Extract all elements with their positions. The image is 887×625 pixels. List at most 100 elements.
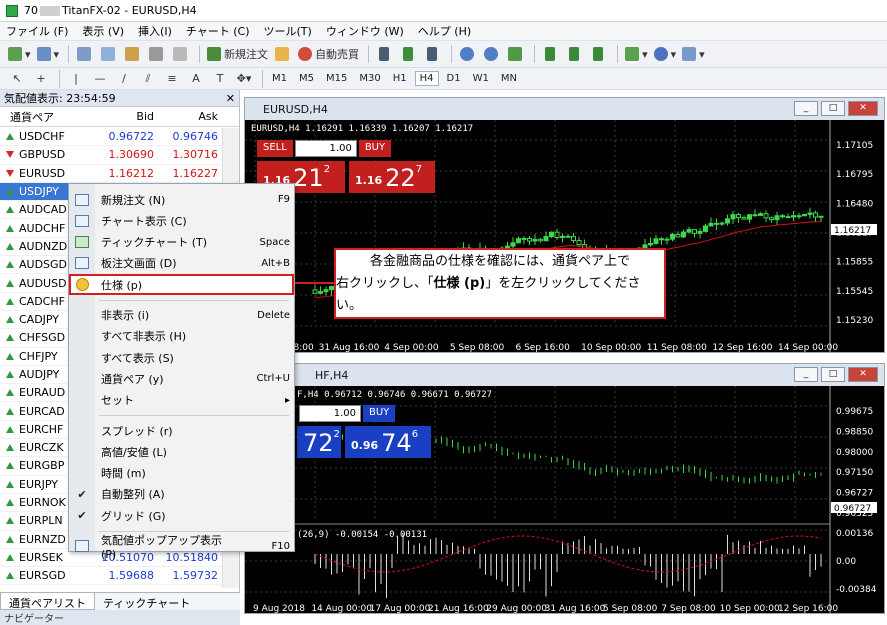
column-bid[interactable]: Bid	[90, 110, 154, 123]
arrow-up-icon	[6, 352, 14, 360]
arrow-up-icon	[6, 297, 14, 305]
chart-shift-button[interactable]	[540, 44, 562, 64]
tile-windows-button[interactable]	[505, 44, 527, 64]
tab-tick-chart[interactable]: ティックチャート	[95, 593, 198, 610]
channel-button[interactable]: ⫽	[137, 69, 159, 89]
context-menu-item[interactable]: すべて表示 (S)	[69, 347, 294, 368]
context-menu-item[interactable]: ✔ 自動整列 (A)	[69, 484, 294, 505]
minimize-icon[interactable]: _	[794, 101, 818, 116]
buy-quote[interactable]: 0.96 74 6	[345, 426, 431, 458]
line-chart-button[interactable]	[422, 44, 444, 64]
buy-quote[interactable]: 1.16 22 7	[349, 161, 435, 193]
strategy-tester-button[interactable]	[170, 44, 192, 64]
tf-mn[interactable]: MN	[497, 72, 521, 85]
tf-m5[interactable]: M5	[295, 72, 318, 85]
tf-m30[interactable]: M30	[355, 72, 384, 85]
close-icon[interactable]: ✕	[848, 101, 878, 116]
zoom-out-button[interactable]	[481, 44, 503, 64]
chart-window-usdchf[interactable]: HF,H4 _ □ ✕ 0.99675 0.98850 0.98000 0.97150…	[244, 363, 885, 614]
context-menu-item[interactable]: 板注文画面 (D) Alt+B	[69, 253, 294, 274]
market-watch-button[interactable]	[74, 44, 96, 64]
context-menu-item[interactable]: 高値/安値 (L)	[69, 441, 294, 462]
menu-window[interactable]: ウィンドウ (W)	[326, 23, 404, 39]
menu-item-label: すべて表示 (S)	[101, 351, 174, 365]
navigator-button[interactable]	[122, 44, 144, 64]
indicator-list-button[interactable]: ▾	[623, 44, 650, 64]
close-icon[interactable]: ✕	[226, 92, 235, 105]
sell-button[interactable]: SELL	[257, 140, 293, 157]
main-toolbar: ▾ ▾ 新規注文 自動売買 ▾ ▾ ▾	[0, 41, 887, 68]
vertical-line-button[interactable]: |	[65, 69, 87, 89]
menu-insert[interactable]: 挿入(I)	[138, 23, 172, 39]
context-menu-item[interactable]: 時間 (m)	[69, 463, 294, 484]
horizontal-line-button[interactable]: —	[89, 69, 111, 89]
templates-button[interactable]: ▾	[680, 44, 707, 64]
close-icon[interactable]: ✕	[848, 367, 878, 382]
text-label-button[interactable]: T	[209, 69, 231, 89]
maximize-icon[interactable]: □	[821, 101, 845, 116]
context-menu-item[interactable]: 仕様 (p)	[69, 274, 294, 296]
bar-chart-button[interactable]	[374, 44, 396, 64]
menu-file[interactable]: ファイル (F)	[6, 23, 68, 39]
context-menu-item[interactable]: スプレッド (r)	[69, 420, 294, 441]
buy-button[interactable]: BUY	[363, 405, 396, 422]
tf-h1[interactable]: H1	[389, 72, 411, 85]
new-chart-button[interactable]: ▾	[6, 44, 33, 64]
price-chart[interactable]: 0.99675 0.98850 0.98000 0.97150 0.96727 0.963…	[245, 386, 884, 613]
indicators-button[interactable]	[588, 44, 610, 64]
crosshair-button[interactable]: +	[30, 69, 52, 89]
lot-size-input[interactable]: 1.00	[299, 405, 361, 422]
symbol-row[interactable]: GBPUSD 1.30690 1.30716	[0, 146, 222, 165]
context-menu-item[interactable]: 非表示 (i) Delete	[69, 305, 294, 326]
navigator-header[interactable]: ナビゲーター	[0, 610, 240, 625]
menu-help[interactable]: ヘルプ (H)	[418, 23, 471, 39]
arrows-button[interactable]: ✥▾	[233, 69, 255, 89]
zoom-in-button[interactable]	[457, 44, 479, 64]
lot-size-input[interactable]: 1.00	[294, 140, 357, 157]
tf-h4[interactable]: H4	[414, 71, 439, 86]
fibonacci-button[interactable]: ≡	[161, 69, 183, 89]
menu-chart[interactable]: チャート (C)	[186, 23, 250, 39]
column-ask[interactable]: Ask	[154, 110, 218, 123]
symbol-row[interactable]: USDCHF 0.96722 0.96746	[0, 128, 222, 147]
menu-view[interactable]: 表示 (V)	[82, 23, 124, 39]
new-order-button[interactable]: 新規注文	[205, 44, 270, 64]
sell-quote[interactable]: 72 2	[297, 426, 341, 458]
periods-button[interactable]: ▾	[652, 44, 679, 64]
buy-button[interactable]: BUY	[358, 140, 392, 157]
context-menu-item[interactable]: ティックチャート (T) Space	[69, 232, 294, 253]
tf-d1[interactable]: D1	[443, 72, 465, 85]
data-window-button[interactable]	[98, 44, 120, 64]
candle-body	[708, 222, 714, 227]
menu-tools[interactable]: ツール(T)	[264, 23, 312, 39]
maximize-icon[interactable]: □	[821, 367, 845, 382]
tab-symbols[interactable]: 通貨ペアリスト	[0, 593, 95, 610]
tick-chart-icon	[75, 236, 89, 249]
tf-m1[interactable]: M1	[268, 72, 291, 85]
candlestick-button[interactable]	[398, 44, 420, 64]
context-menu-item[interactable]: ✔ グリッド (G)	[69, 505, 294, 526]
cursor-button[interactable]: ↖	[6, 69, 28, 89]
auto-trading-button[interactable]: 自動売買	[296, 44, 361, 64]
context-menu-item[interactable]: 気配値ポップアップ表示 (P) F10	[69, 534, 294, 561]
profiles-button[interactable]: ▾	[35, 44, 62, 64]
context-menu-item[interactable]: 新規注文 (N) F9	[69, 189, 294, 210]
time-axis-label: 12 Sep 16:00	[712, 343, 772, 352]
context-menu-item[interactable]: チャート表示 (C)	[69, 210, 294, 231]
tf-w1[interactable]: W1	[469, 72, 493, 85]
meta-editor-button[interactable]	[272, 44, 294, 64]
symbol-row[interactable]: EURUSD 1.16212 1.16227	[0, 165, 222, 183]
context-menu-item[interactable]: セット ▸	[69, 390, 294, 411]
price-axis-label: 0.97150	[836, 468, 873, 478]
symbol-row[interactable]: EURSGD 1.59688 1.59732	[0, 567, 222, 586]
terminal-button[interactable]	[146, 44, 168, 64]
text-button[interactable]: A	[185, 69, 207, 89]
autoscroll-button[interactable]	[564, 44, 586, 64]
specification-icon	[75, 278, 89, 292]
trendline-button[interactable]: /	[113, 69, 135, 89]
tf-m15[interactable]: M15	[322, 72, 351, 85]
minimize-icon[interactable]: _	[794, 367, 818, 382]
context-menu-item[interactable]: すべて非表示 (H)	[69, 326, 294, 347]
column-symbol[interactable]: 通貨ペア	[0, 109, 90, 125]
context-menu-item[interactable]: 通貨ペア (y) Ctrl+U	[69, 368, 294, 389]
